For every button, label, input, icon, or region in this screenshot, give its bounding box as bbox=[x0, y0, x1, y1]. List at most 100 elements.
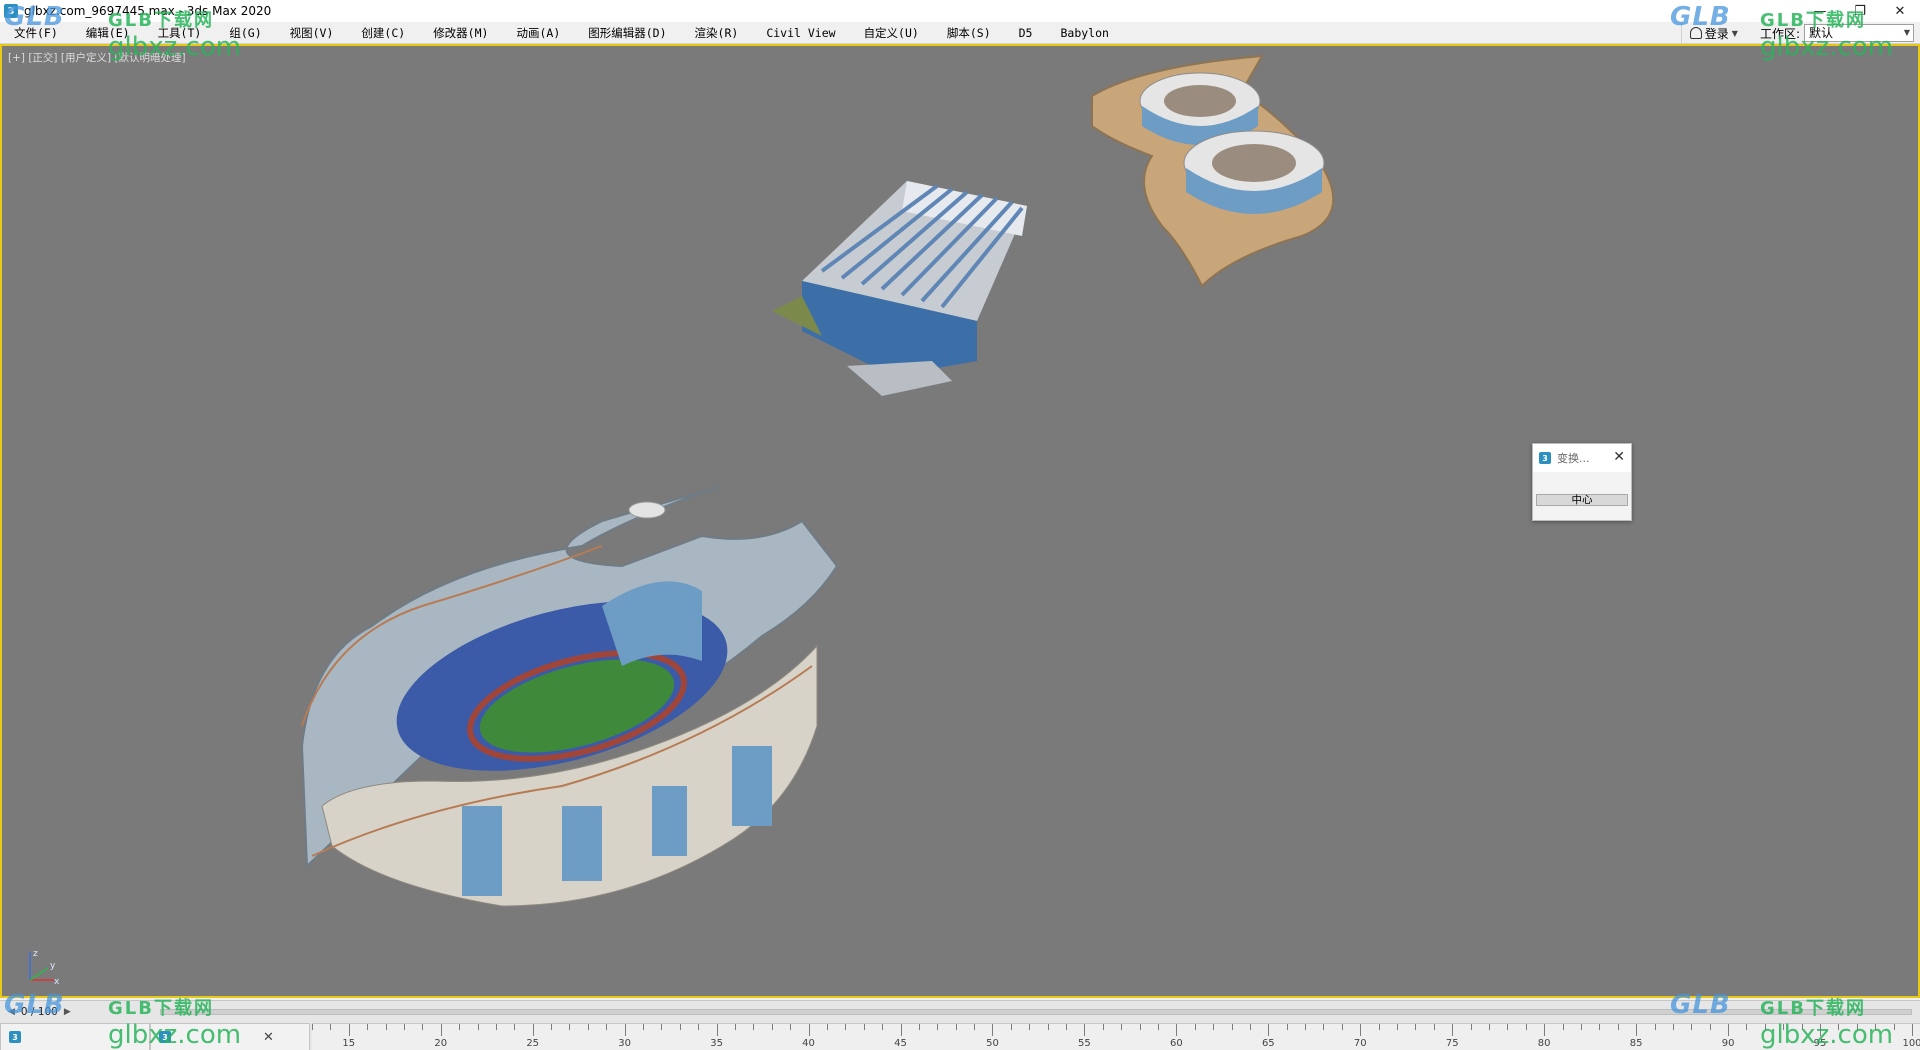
ruler-tick bbox=[1470, 1024, 1472, 1030]
frame-counter: 0 / 100 bbox=[20, 1006, 58, 1018]
scene-render bbox=[300, 54, 1335, 907]
close-icon[interactable]: ✕ bbox=[1613, 449, 1625, 465]
ruler-tick-label: 30 bbox=[618, 1038, 632, 1049]
menu-babylon[interactable]: Babylon bbox=[1046, 22, 1122, 44]
ruler-tick bbox=[1010, 1024, 1012, 1030]
close-icon[interactable]: ✕ bbox=[263, 1030, 274, 1045]
menu-civil-view[interactable]: Civil View bbox=[752, 22, 849, 44]
tab-scene-2[interactable]: 3 ✕ bbox=[150, 1023, 310, 1050]
menu-views[interactable]: 视图(V) bbox=[276, 22, 348, 44]
bottom-bar: ◀ 0 / 100 ▶ 3 3 ✕ 15 20 25 30 35 40 45 50 55 60 65… bbox=[0, 1000, 1920, 1050]
ruler-tick-label: 50 bbox=[986, 1038, 999, 1049]
ruler-tick bbox=[1231, 1024, 1233, 1030]
ruler-tick bbox=[385, 1024, 387, 1030]
menu-file[interactable]: 文件(F) bbox=[0, 22, 72, 44]
ruler-tick bbox=[1544, 1024, 1546, 1036]
menu-tools[interactable]: 工具(T) bbox=[144, 22, 216, 44]
tab-strip: 3 3 ✕ bbox=[0, 1023, 310, 1050]
ruler-tick bbox=[900, 1024, 902, 1036]
chevron-down-icon: ▼ bbox=[1903, 28, 1910, 37]
window-title: glbxz.com_9697445.max - 3ds Max 2020 bbox=[24, 4, 272, 18]
ruler-tick bbox=[606, 1024, 608, 1030]
ruler-tick bbox=[1433, 1024, 1435, 1030]
menu-group[interactable]: 组(G) bbox=[215, 22, 275, 44]
menu-modifiers[interactable]: 修改器(M) bbox=[419, 22, 502, 44]
tab-scene-1[interactable]: 3 bbox=[0, 1023, 150, 1050]
ruler-tick-label: 100 bbox=[1902, 1038, 1920, 1049]
ruler-tick bbox=[1709, 1024, 1711, 1030]
menu-animation[interactable]: 动画(A) bbox=[502, 22, 574, 44]
center-button[interactable]: 中心 bbox=[1536, 494, 1628, 506]
ruler-tick bbox=[1893, 1024, 1895, 1030]
app-icon[interactable]: 3 bbox=[4, 4, 18, 18]
ruler-tick bbox=[1194, 1024, 1196, 1030]
ruler-tick bbox=[1286, 1024, 1288, 1030]
menu-graph-editors[interactable]: 图形编辑器(D) bbox=[574, 22, 680, 44]
ruler-tick bbox=[661, 1024, 663, 1030]
perspective-viewport[interactable]: [+] [正交] [用户定义] [默认明暗处理] z y x bbox=[0, 44, 1920, 998]
ruler-tick bbox=[1599, 1024, 1601, 1030]
ruler-tick bbox=[495, 1024, 497, 1030]
close-button[interactable]: ✕ bbox=[1880, 0, 1920, 22]
sign-in-label: 登录 bbox=[1704, 26, 1729, 41]
app-icon: 3 bbox=[159, 1031, 171, 1043]
ruler-tick bbox=[1801, 1024, 1803, 1030]
ruler-tick-label: 25 bbox=[526, 1038, 540, 1049]
ruler-tick bbox=[532, 1024, 534, 1036]
time-slider-track[interactable] bbox=[160, 1009, 1912, 1015]
ruler-tick bbox=[587, 1024, 589, 1030]
menu-d5[interactable]: D5 bbox=[1005, 22, 1047, 44]
arena-building bbox=[772, 181, 1027, 396]
ruler-tick bbox=[367, 1024, 369, 1030]
ruler-tick bbox=[403, 1024, 405, 1030]
ruler-tick bbox=[1838, 1024, 1840, 1030]
ruler-tick bbox=[1176, 1024, 1178, 1036]
ruler-tick bbox=[1341, 1024, 1343, 1030]
ruler-tick-label: 90 bbox=[1721, 1038, 1735, 1049]
ruler-tick bbox=[1856, 1024, 1858, 1030]
restore-button[interactable]: ❐ bbox=[1840, 0, 1880, 22]
menu-create[interactable]: 创建(C) bbox=[347, 22, 419, 44]
ruler-tick bbox=[624, 1024, 626, 1036]
previous-frame-icon[interactable]: ◀ bbox=[8, 1007, 15, 1017]
menu-rendering[interactable]: 渲染(R) bbox=[681, 22, 753, 44]
ruler-tick bbox=[1636, 1024, 1638, 1036]
ruler-tick bbox=[753, 1024, 755, 1030]
ruler-tick bbox=[1084, 1024, 1086, 1036]
ruler-tick bbox=[1323, 1024, 1325, 1030]
axis-gizmo[interactable]: z y x bbox=[24, 946, 64, 987]
ruler-tick bbox=[1268, 1024, 1270, 1036]
sign-in-button[interactable]: 登录 ▼ bbox=[1680, 22, 1746, 44]
ruler-tick bbox=[679, 1024, 681, 1030]
title-bar: 3 glbxz.com_9697445.max - 3ds Max 2020 —… bbox=[0, 0, 1920, 22]
minimize-button[interactable]: — bbox=[1800, 0, 1840, 22]
ruler-tick bbox=[643, 1024, 645, 1030]
next-frame-icon[interactable]: ▶ bbox=[64, 1007, 71, 1017]
menu-customize[interactable]: 自定义(U) bbox=[850, 22, 933, 44]
workspace-dropdown[interactable]: 默认 ▼ bbox=[1804, 24, 1914, 42]
ruler-tick bbox=[1525, 1024, 1527, 1030]
ruler-tick bbox=[1580, 1024, 1582, 1030]
ruler-tick bbox=[1691, 1024, 1693, 1030]
ruler-tick-label: 95 bbox=[1813, 1038, 1827, 1049]
ruler-tick-label: 70 bbox=[1353, 1038, 1367, 1049]
menu-scripting[interactable]: 脚本(S) bbox=[933, 22, 1005, 44]
ruler-tick bbox=[459, 1024, 461, 1030]
menu-edit[interactable]: 编辑(E) bbox=[72, 22, 144, 44]
ruler-tick bbox=[1672, 1024, 1674, 1030]
ruler-tick bbox=[1397, 1024, 1399, 1030]
ruler-tick bbox=[1102, 1024, 1104, 1030]
ruler-tick bbox=[1047, 1024, 1049, 1030]
ruler-tick bbox=[422, 1024, 424, 1030]
time-slider[interactable]: ◀ 0 / 100 ▶ bbox=[8, 1005, 71, 1019]
workspace-label: 工作区: bbox=[1759, 26, 1800, 41]
ruler-tick bbox=[1360, 1024, 1362, 1036]
ruler-tick bbox=[1029, 1024, 1031, 1030]
axis-z-label: z bbox=[33, 949, 38, 959]
ruler-tick bbox=[1066, 1024, 1068, 1030]
ruler-tick bbox=[1562, 1024, 1564, 1030]
track-bar-ruler[interactable]: 15 20 25 30 35 40 45 50 55 60 65 70 75 80 85 90 95 100 bbox=[312, 1023, 1920, 1050]
ruler-tick bbox=[1139, 1024, 1141, 1030]
ruler-tick bbox=[1654, 1024, 1656, 1030]
workspace-value: 默认 bbox=[1809, 26, 1834, 40]
